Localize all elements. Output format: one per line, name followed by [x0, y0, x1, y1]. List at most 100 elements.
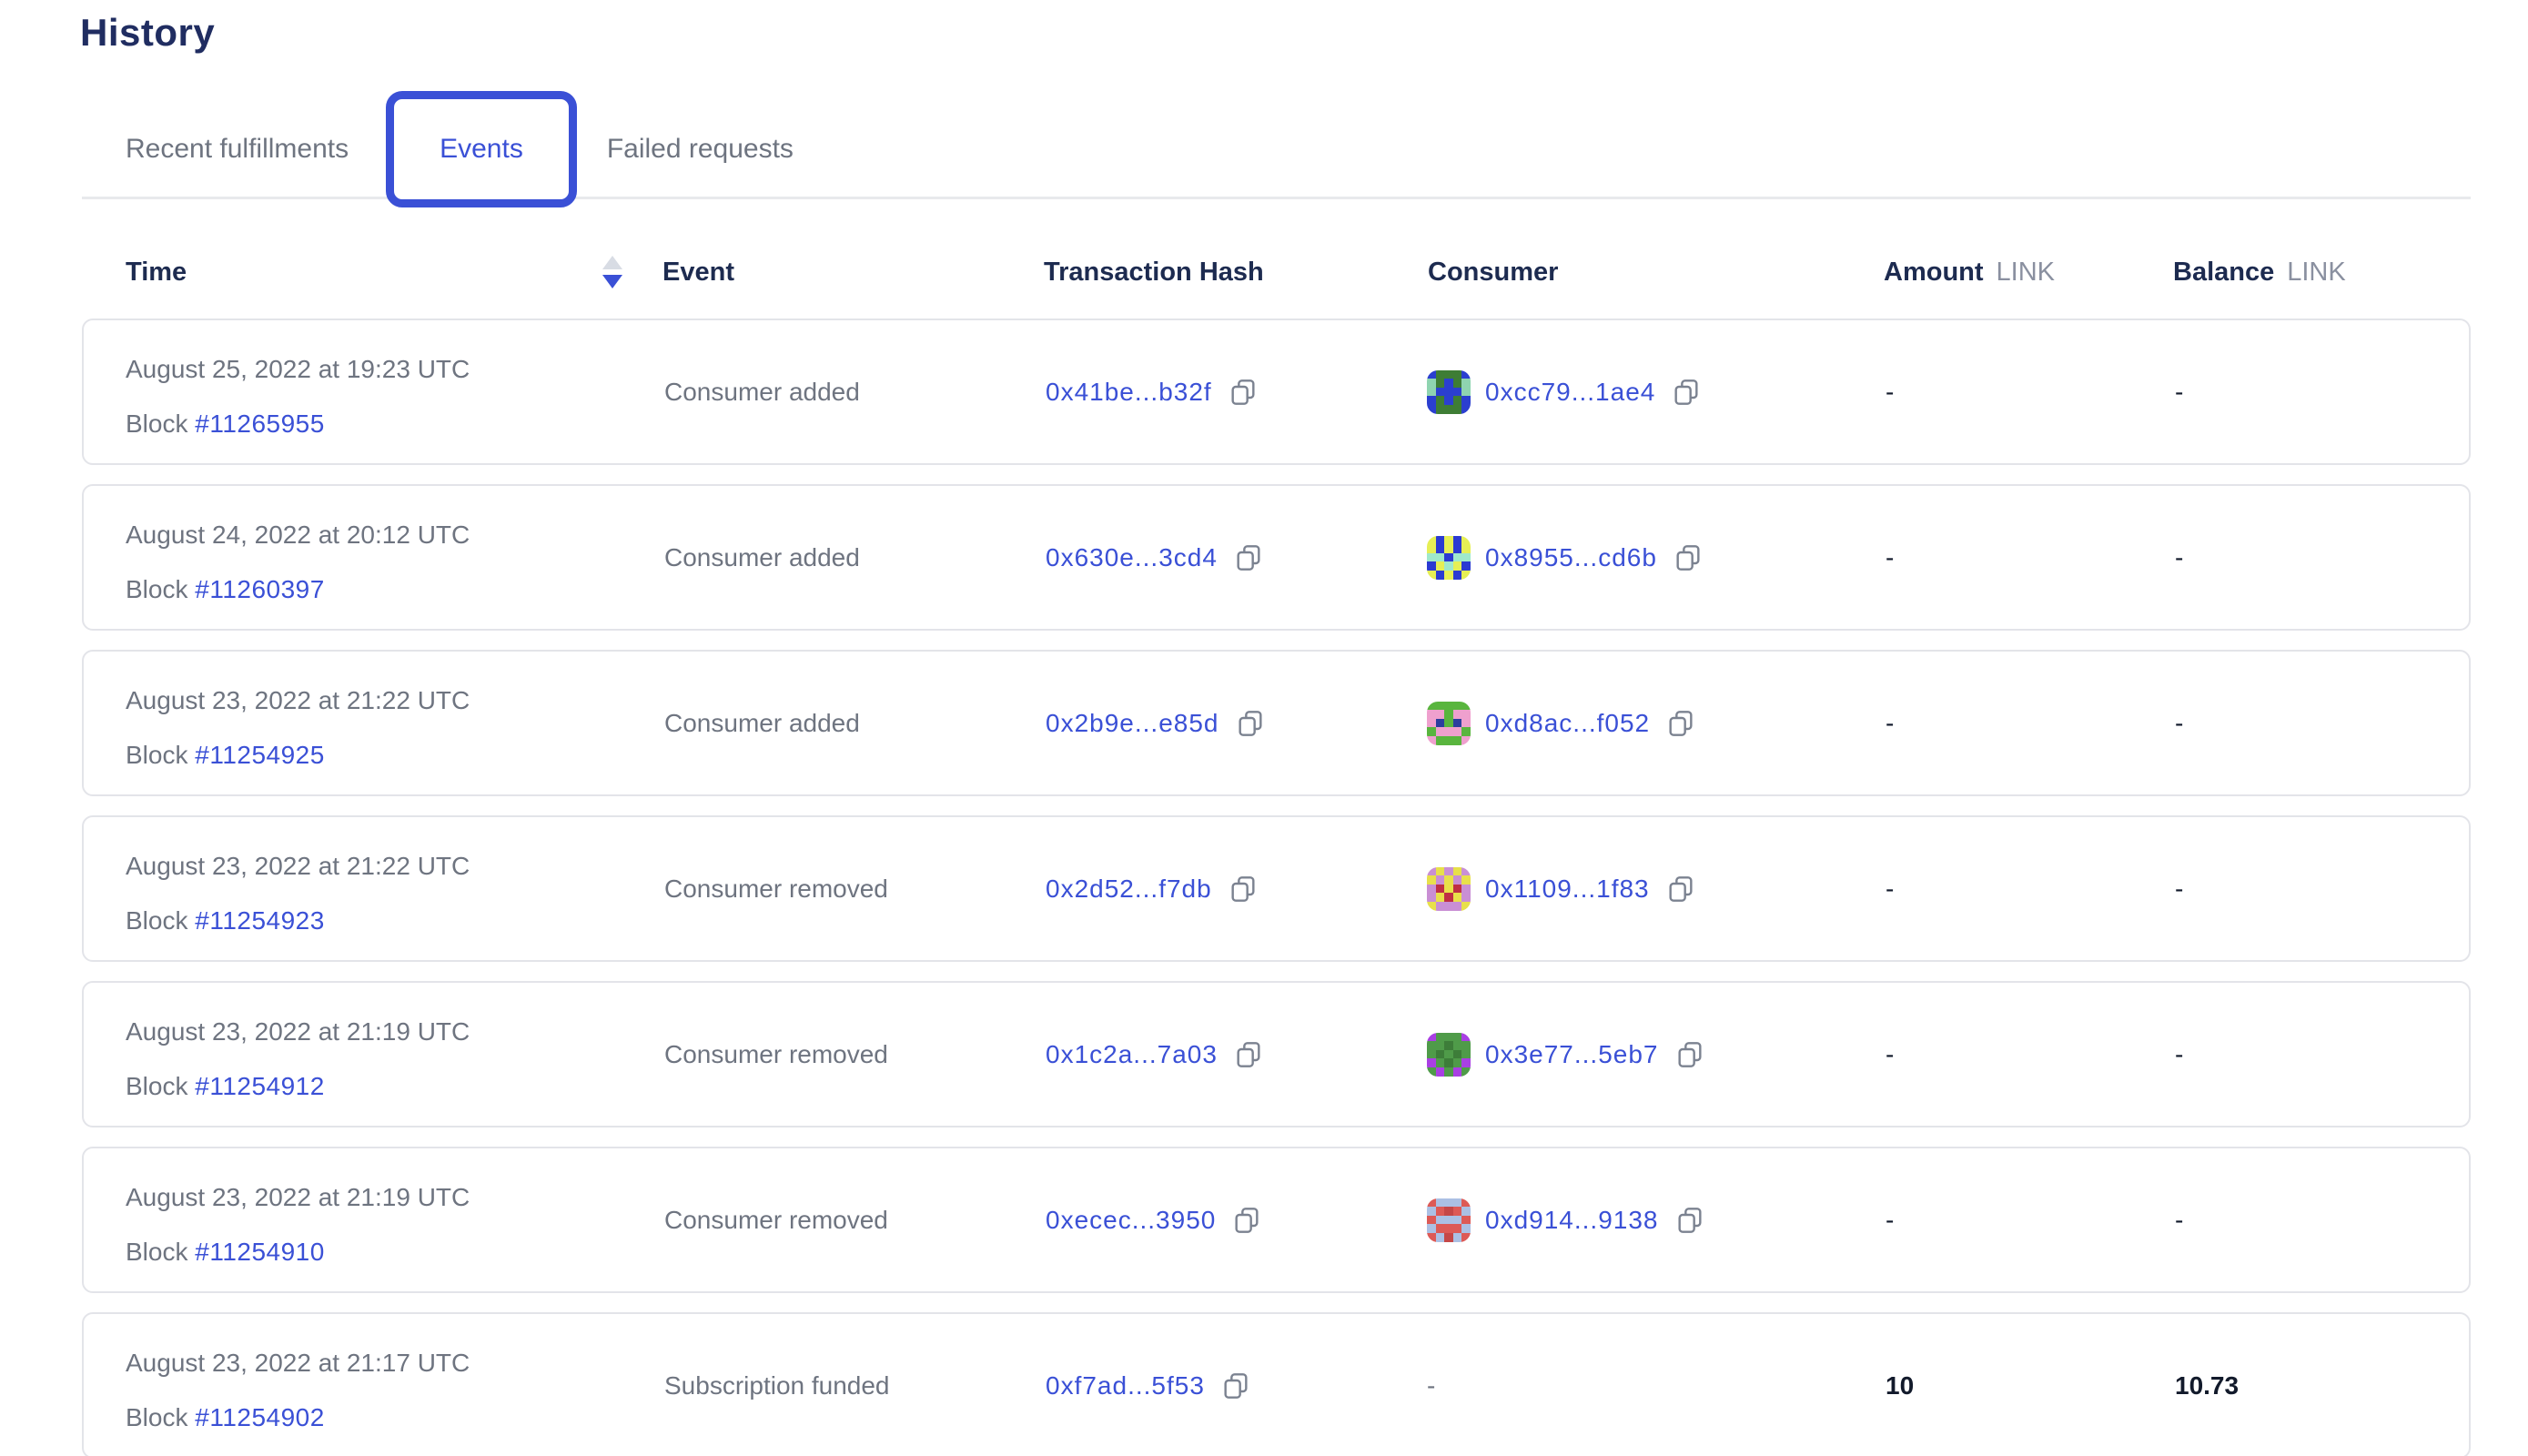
balance-cell: -	[2175, 983, 2183, 1126]
sort-down-arrow	[602, 275, 622, 288]
event-cell: Consumer removed	[664, 1148, 888, 1291]
copy-icon[interactable]	[1674, 543, 1703, 572]
copy-icon[interactable]	[1221, 1371, 1250, 1400]
block-number-link[interactable]: #11254912	[195, 1072, 325, 1100]
sort-up-arrow	[602, 256, 622, 269]
block-line: Block #11254925	[126, 739, 470, 772]
balance-cell: -	[2175, 486, 2183, 629]
tab-failed-requests[interactable]: Failed requests	[607, 134, 794, 165]
consumer-address-link[interactable]: 0x3e77...5eb7	[1485, 1040, 1659, 1069]
consumer-address-link[interactable]: 0xd8ac...f052	[1485, 709, 1650, 738]
table-row: August 23, 2022 at 21:17 UTC Block #1125…	[82, 1312, 2471, 1456]
column-header-consumer: Consumer	[1428, 246, 1558, 298]
balance-cell: 10.73	[2175, 1314, 2239, 1456]
amount-cell: -	[1886, 652, 1894, 794]
table-header: Time Event Transaction Hash Consumer Amo…	[0, 246, 2528, 298]
copy-icon[interactable]	[1672, 378, 1701, 407]
transaction-hash-cell: 0xf7ad...5f53	[1046, 1314, 1250, 1456]
balance-label: Balance	[2173, 258, 2274, 288]
block-label: Block	[126, 575, 187, 603]
block-number-link[interactable]: #11265955	[195, 410, 325, 438]
copy-icon[interactable]	[1229, 875, 1258, 904]
consumer-cell: 0xd8ac...f052	[1427, 652, 1695, 794]
row-timestamp: August 23, 2022 at 21:22 UTC	[126, 684, 470, 717]
column-header-event: Event	[662, 246, 734, 298]
consumer-address-link[interactable]: 0xd914...9138	[1485, 1206, 1659, 1235]
copy-icon[interactable]	[1666, 709, 1695, 738]
transaction-hash-link[interactable]: 0x2d52...f7db	[1046, 875, 1212, 904]
time-cell: August 23, 2022 at 21:19 UTC Block #1125…	[126, 1181, 470, 1269]
amount-cell: -	[1886, 486, 1894, 629]
history-page: History Recent fulfillments Events Faile…	[0, 0, 2528, 1456]
block-line: Block #11254923	[126, 905, 470, 937]
consumer-address-link[interactable]: 0x1109...1f83	[1485, 875, 1650, 904]
table-row: August 23, 2022 at 21:19 UTC Block #1125…	[82, 981, 2471, 1127]
consumer-address-link[interactable]: 0xcc79...1ae4	[1485, 378, 1655, 407]
block-number-link[interactable]: #11254910	[195, 1238, 325, 1266]
copy-icon[interactable]	[1234, 543, 1263, 572]
transaction-hash-link[interactable]: 0x1c2a...7a03	[1046, 1040, 1218, 1069]
copy-icon[interactable]	[1675, 1206, 1704, 1235]
consumer-cell: 0xcc79...1ae4	[1427, 320, 1701, 463]
page-title: History	[80, 11, 215, 55]
balance-unit-label: LINK	[2287, 258, 2345, 288]
transaction-hash-link[interactable]: 0xecec...3950	[1046, 1206, 1216, 1235]
consumer-empty-dash: -	[1427, 1371, 1435, 1400]
copy-icon[interactable]	[1236, 709, 1265, 738]
time-cell: August 25, 2022 at 19:23 UTC Block #1126…	[126, 353, 470, 440]
block-line: Block #11265955	[126, 408, 470, 440]
row-timestamp: August 23, 2022 at 21:19 UTC	[126, 1181, 470, 1214]
consumer-identicon	[1427, 370, 1471, 414]
amount-label: Amount	[1884, 258, 1984, 288]
block-label: Block	[126, 410, 187, 438]
time-cell: August 23, 2022 at 21:22 UTC Block #1125…	[126, 850, 470, 937]
time-cell: August 23, 2022 at 21:22 UTC Block #1125…	[126, 684, 470, 772]
balance-cell: -	[2175, 652, 2183, 794]
consumer-cell: 0x3e77...5eb7	[1427, 983, 1704, 1126]
transaction-hash-cell: 0x2d52...f7db	[1046, 817, 1258, 960]
balance-cell: -	[2175, 1148, 2183, 1291]
sort-descending-icon[interactable]	[602, 256, 622, 288]
consumer-cell: 0xd914...9138	[1427, 1148, 1704, 1291]
row-timestamp: August 23, 2022 at 21:17 UTC	[126, 1347, 470, 1380]
event-cell: Consumer added	[664, 652, 860, 794]
transaction-hash-link[interactable]: 0x2b9e...e85d	[1046, 709, 1219, 738]
block-number-link[interactable]: #11254925	[195, 741, 325, 769]
consumer-address-link[interactable]: 0x8955...cd6b	[1485, 543, 1657, 572]
transaction-hash-cell: 0xecec...3950	[1046, 1148, 1261, 1291]
transaction-hash-cell: 0x1c2a...7a03	[1046, 983, 1263, 1126]
event-cell: Subscription funded	[664, 1314, 890, 1456]
row-timestamp: August 24, 2022 at 20:12 UTC	[126, 519, 470, 551]
transaction-hash-link[interactable]: 0x630e...3cd4	[1046, 543, 1218, 572]
table-row: August 23, 2022 at 21:22 UTC Block #1125…	[82, 650, 2471, 796]
copy-icon[interactable]	[1234, 1040, 1263, 1069]
consumer-identicon	[1427, 536, 1471, 580]
row-timestamp: August 23, 2022 at 21:22 UTC	[126, 850, 470, 883]
event-cell: Consumer removed	[664, 983, 888, 1126]
tab-events[interactable]: Events	[386, 91, 577, 207]
consumer-identicon	[1427, 1198, 1471, 1242]
copy-icon[interactable]	[1675, 1040, 1704, 1069]
block-label: Block	[126, 906, 187, 935]
tab-recent-fulfillments[interactable]: Recent fulfillments	[126, 134, 349, 165]
transaction-hash-link[interactable]: 0xf7ad...5f53	[1046, 1371, 1205, 1400]
copy-icon[interactable]	[1229, 378, 1258, 407]
time-cell: August 23, 2022 at 21:19 UTC Block #1125…	[126, 1016, 470, 1103]
copy-icon[interactable]	[1232, 1206, 1261, 1235]
column-header-amount: Amount LINK	[1884, 246, 2055, 298]
event-cell: Consumer removed	[664, 817, 888, 960]
amount-cell: -	[1886, 983, 1894, 1126]
amount-cell: -	[1886, 320, 1894, 463]
block-line: Block #11254902	[126, 1401, 470, 1434]
copy-icon[interactable]	[1666, 875, 1695, 904]
consumer-cell: -	[1427, 1314, 1435, 1456]
tab-bar: Recent fulfillments Events Failed reques…	[82, 91, 794, 207]
transaction-hash-link[interactable]: 0x41be...b32f	[1046, 378, 1212, 407]
balance-cell: -	[2175, 817, 2183, 960]
column-header-time[interactable]: Time	[126, 246, 187, 298]
row-timestamp: August 23, 2022 at 21:19 UTC	[126, 1016, 470, 1048]
block-number-link[interactable]: #11254923	[195, 906, 325, 935]
block-number-link[interactable]: #11254902	[195, 1403, 325, 1431]
balance-cell: -	[2175, 320, 2183, 463]
block-number-link[interactable]: #11260397	[195, 575, 325, 603]
